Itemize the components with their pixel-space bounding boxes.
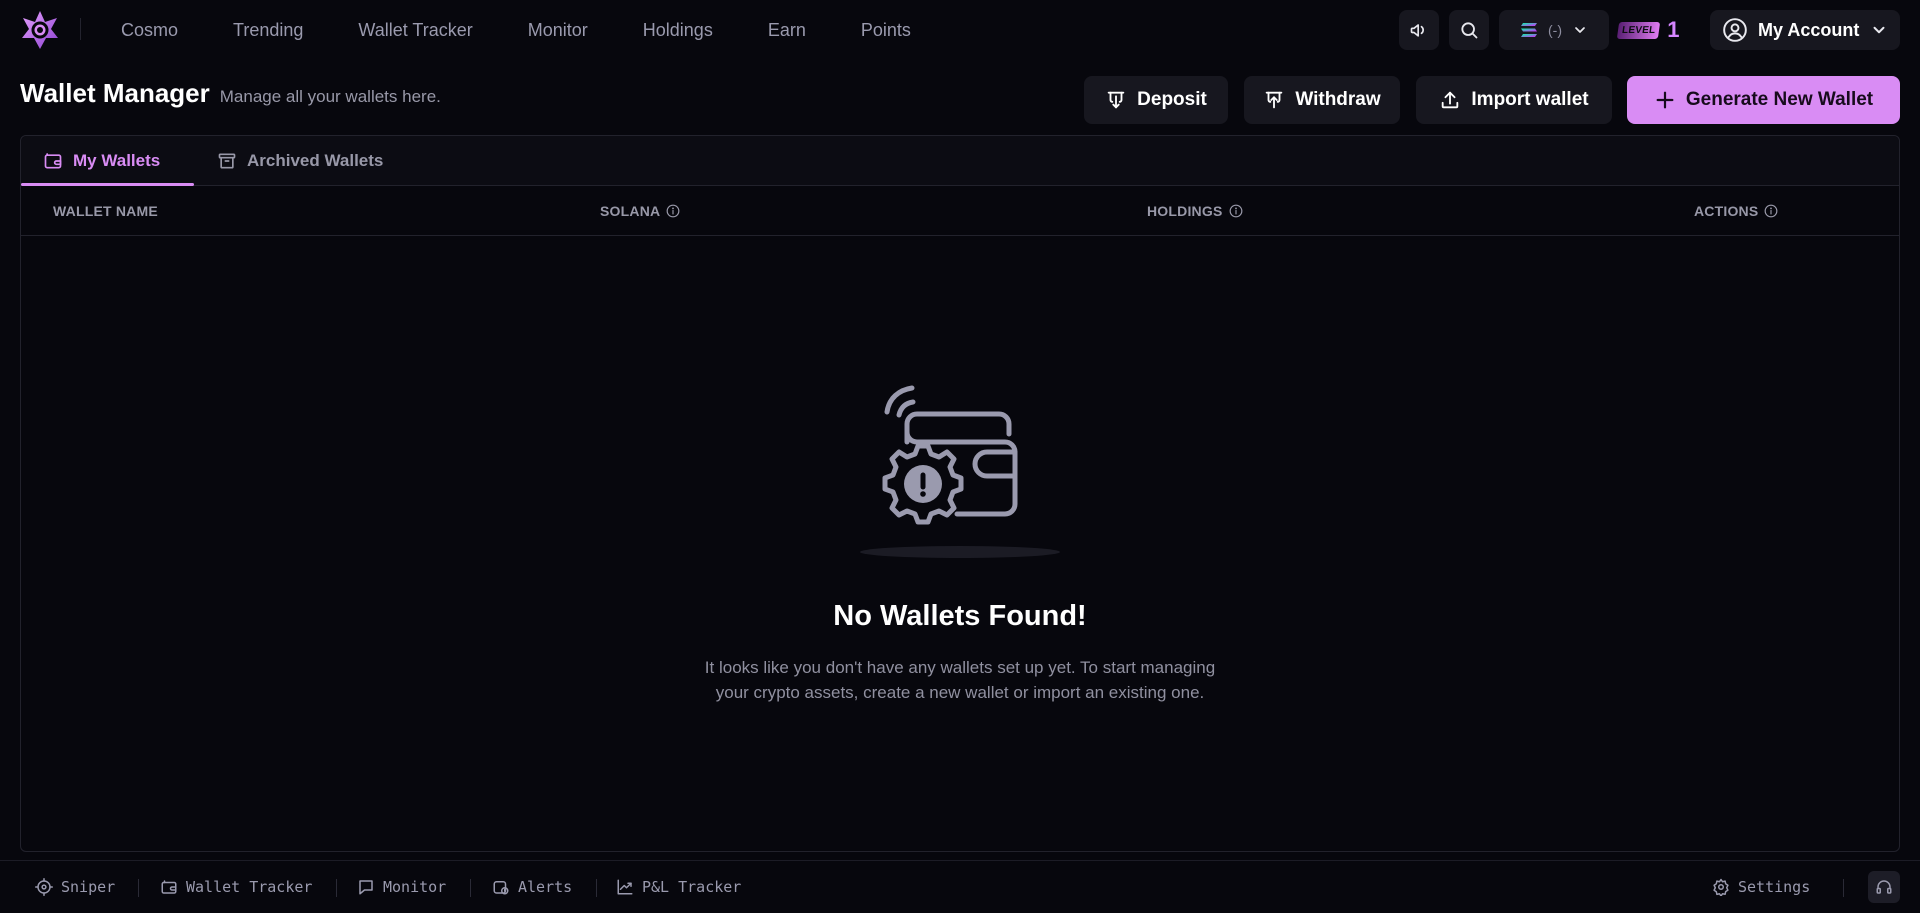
solana-icon — [1521, 23, 1537, 37]
bottom-sniper-label: Sniper — [61, 878, 116, 896]
info-icon[interactable] — [1229, 204, 1243, 218]
announcements-button[interactable] — [1399, 10, 1439, 50]
alert-icon — [493, 881, 509, 895]
nav-trending[interactable]: Trending — [233, 20, 303, 41]
import-wallet-button[interactable]: Import wallet — [1416, 76, 1612, 124]
bottom-wallet-tracker[interactable]: Wallet Tracker — [160, 861, 312, 913]
table-header: WALLET NAME SOLANA HOLDINGS ACTIONS — [21, 186, 1899, 236]
star-logo-icon[interactable] — [20, 10, 60, 50]
col-solana-label: SOLANA — [600, 203, 661, 219]
nav-wallet-tracker[interactable]: Wallet Tracker — [358, 20, 472, 41]
col-actions[interactable]: ACTIONS — [1694, 186, 1778, 236]
megaphone-icon — [1410, 24, 1424, 37]
bottom-toolbar: Sniper Wallet Tracker Monitor Alerts P&L… — [0, 860, 1920, 912]
separator — [336, 879, 337, 897]
headset-icon — [1876, 880, 1892, 894]
bottom-wallet-tracker-label: Wallet Tracker — [186, 878, 313, 896]
col-solana[interactable]: SOLANA — [600, 186, 680, 236]
tab-archived-wallets-label: Archived Wallets — [247, 151, 384, 170]
import-wallet-label: Import wallet — [1471, 89, 1589, 110]
col-actions-label: ACTIONS — [1694, 203, 1759, 219]
separator — [138, 879, 139, 897]
tab-my-wallets[interactable]: My Wallets — [43, 136, 160, 186]
my-account-button[interactable]: My Account — [1710, 10, 1900, 50]
generate-new-wallet-button[interactable]: Generate New Wallet — [1627, 76, 1900, 124]
archive-icon — [218, 153, 236, 169]
withdraw-label: Withdraw — [1295, 89, 1381, 110]
trend-up-icon — [617, 879, 633, 895]
col-wallet-name-label: WALLET NAME — [53, 203, 158, 219]
chevron-down-icon — [1575, 27, 1585, 33]
bottom-settings-label: Settings — [1738, 878, 1811, 896]
tab-archived-wallets[interactable]: Archived Wallets — [217, 136, 383, 186]
withdraw-icon — [1266, 91, 1283, 109]
page-title: Wallet Manager — [20, 78, 210, 108]
empty-state-description: It looks like you don't have any wallets… — [704, 658, 1216, 702]
page-subtitle: Manage all your wallets here. — [219, 87, 441, 106]
deposit-icon — [1107, 91, 1125, 109]
chain-balance: (-) — [1548, 22, 1562, 38]
col-holdings[interactable]: HOLDINGS — [1147, 186, 1243, 236]
generate-new-wallet-label: Generate New Wallet — [1685, 89, 1874, 110]
bottom-sniper[interactable]: Sniper — [35, 861, 115, 913]
bottom-alerts[interactable]: Alerts — [492, 861, 572, 913]
deposit-button[interactable]: Deposit — [1084, 76, 1228, 124]
page-header: Wallet Manager Manage all your wallets h… — [20, 78, 441, 109]
info-icon[interactable] — [1764, 204, 1778, 218]
nav-holdings[interactable]: Holdings — [643, 20, 713, 41]
level-tag: LEVEL — [1616, 21, 1661, 39]
tab-my-wallets-label: My Wallets — [73, 151, 161, 170]
nav-earn[interactable]: Earn — [768, 20, 806, 41]
gear-icon — [1713, 878, 1729, 896]
separator — [470, 879, 471, 897]
top-navigation-bar: Cosmo Trending Wallet Tracker Monitor Ho… — [0, 0, 1920, 60]
deposit-label: Deposit — [1137, 89, 1207, 110]
withdraw-button[interactable]: Withdraw — [1244, 76, 1400, 124]
bottom-settings[interactable]: Settings — [1712, 861, 1810, 913]
bottom-monitor-label: Monitor — [383, 878, 447, 896]
info-icon[interactable] — [666, 204, 680, 218]
main-nav: Cosmo Trending Wallet Tracker Monitor Ho… — [121, 0, 966, 60]
empty-state-title: No Wallets Found! — [833, 600, 1087, 632]
search-icon — [1461, 22, 1478, 39]
chain-selector[interactable]: (-) — [1499, 10, 1609, 50]
search-button[interactable] — [1449, 10, 1489, 50]
nav-monitor[interactable]: Monitor — [528, 20, 588, 41]
plus-icon — [1656, 91, 1674, 109]
wallet-tabs: My Wallets Archived Wallets — [21, 136, 1899, 186]
level-number: 1 — [1667, 17, 1680, 42]
wallet-icon — [44, 153, 62, 169]
bottom-alerts-label: Alerts — [518, 878, 573, 896]
upload-icon — [1442, 91, 1459, 109]
col-holdings-label: HOLDINGS — [1147, 203, 1223, 219]
separator — [1843, 879, 1844, 897]
bottom-pl-tracker[interactable]: P&L Tracker — [616, 861, 741, 913]
crosshair-icon — [35, 878, 53, 896]
bottom-pl-tracker-label: P&L Tracker — [642, 878, 742, 896]
chevron-down-icon — [1873, 26, 1885, 34]
monitor-icon — [359, 880, 373, 895]
support-button[interactable] — [1868, 871, 1900, 903]
empty-wallet-illustration — [855, 372, 1065, 562]
account-label: My Account — [1758, 19, 1860, 40]
nav-cosmo[interactable]: Cosmo — [121, 20, 178, 41]
user-circle-icon — [1723, 18, 1747, 42]
level-badge[interactable]: LEVEL 1 — [1616, 16, 1688, 44]
separator — [596, 879, 597, 897]
bottom-monitor[interactable]: Monitor — [357, 861, 446, 913]
col-wallet-name[interactable]: WALLET NAME — [53, 186, 158, 236]
logo-divider — [80, 18, 81, 40]
nav-points[interactable]: Points — [861, 20, 911, 41]
wallet-tracker-icon — [161, 880, 177, 894]
